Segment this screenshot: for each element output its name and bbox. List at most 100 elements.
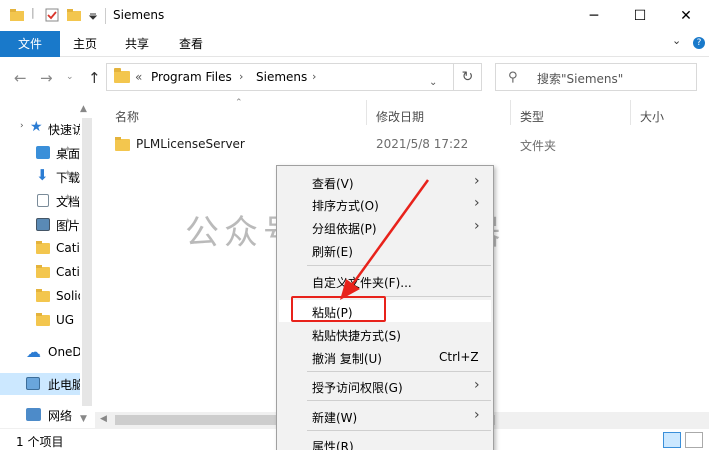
nav-item-quick-access[interactable]: › ★ 快速访问 (0, 118, 80, 140)
menu-item-label: 粘贴快捷方式(S) (312, 329, 401, 343)
menu-item-properties[interactable]: 属性(R) (279, 434, 491, 450)
refresh-button[interactable]: ↻ (453, 63, 482, 91)
menu-item-sort-by[interactable]: 排序方式(O) › (279, 193, 491, 215)
refresh-icon: ↻ (461, 69, 474, 85)
nav-item-folder-2[interactable]: Catia (0, 262, 80, 284)
column-divider[interactable] (510, 100, 511, 125)
nav-item-folder-4[interactable]: UG (0, 310, 80, 332)
nav-item-documents[interactable]: 文档 ✦ (0, 190, 80, 212)
scrollbar-thumb[interactable] (82, 118, 92, 406)
close-button[interactable]: ✕ (663, 0, 709, 31)
cloud-icon: ☁ (26, 343, 41, 361)
nav-item-folder-3[interactable]: Solid (0, 286, 80, 308)
pin-icon[interactable]: ✦ (64, 193, 72, 203)
chevron-right-icon: › (474, 195, 480, 211)
nav-item-desktop[interactable]: 桌面 ✦ (0, 142, 80, 164)
search-input[interactable]: 搜索"Siemens" (537, 70, 623, 87)
sort-ascending-icon: ⌃ (235, 98, 243, 108)
folder-icon (115, 137, 130, 151)
maximize-button[interactable]: ☐ (617, 0, 663, 31)
chevron-right-icon[interactable]: › (20, 121, 24, 131)
search-box[interactable]: ⚲ 搜索"Siemens" (495, 63, 697, 91)
window-title: Siemens (113, 8, 165, 22)
file-name: PLMLicenseServer (136, 137, 245, 151)
menu-item-customize-folder[interactable]: 自定义文件夹(F)... (279, 270, 491, 292)
nav-item-this-pc[interactable]: 此电脑 (0, 373, 80, 395)
folder-icon (36, 241, 50, 254)
scroll-up-icon[interactable]: ▲ (80, 104, 87, 114)
column-header-type[interactable]: 类型 (520, 108, 544, 125)
tab-file[interactable]: 文件 (0, 31, 60, 57)
tab-home[interactable]: 主页 (62, 31, 108, 57)
column-divider[interactable] (630, 100, 631, 125)
scroll-left-icon[interactable]: ◀ (100, 414, 107, 424)
desktop-icon (36, 146, 50, 159)
title-bar: | Siemens ─ ☐ ✕ (0, 0, 709, 31)
nav-item-label: OneDrive (48, 345, 80, 359)
ribbon-tabs: 文件 主页 共享 查看 ⌄ ? (0, 31, 709, 57)
help-icon[interactable]: ? (693, 37, 705, 49)
menu-item-paste-shortcut[interactable]: 粘贴快捷方式(S) (279, 323, 491, 345)
column-divider[interactable] (366, 100, 367, 125)
star-icon: ★ (30, 119, 43, 135)
pin-icon[interactable]: ✦ (64, 145, 72, 155)
forward-icon[interactable]: → (40, 69, 53, 87)
back-icon[interactable]: ← (14, 69, 27, 87)
chevron-right-icon[interactable]: › (312, 70, 316, 83)
menu-item-new[interactable]: 新建(W) › (279, 405, 491, 427)
new-folder-icon[interactable] (66, 7, 82, 23)
chevron-right-icon: › (474, 407, 480, 423)
folder-icon (114, 68, 130, 83)
picture-icon (36, 218, 50, 231)
menu-item-undo-copy[interactable]: 撤消 复制(U) Ctrl+Z (279, 346, 491, 368)
nav-item-pictures[interactable]: 图片 ✦ (0, 214, 80, 236)
menu-item-give-access[interactable]: 授予访问权限(G) › (279, 375, 491, 397)
navigation-bar: ← → ⌄ ↑ « Program Files › Siemens › ⌄ ↻ … (0, 57, 709, 98)
nav-item-folder-1[interactable]: Catia (0, 238, 80, 260)
minimize-button[interactable]: ─ (571, 0, 617, 31)
details-view-icon[interactable] (663, 432, 681, 448)
scroll-down-icon[interactable]: ▼ (80, 414, 87, 424)
menu-item-group-by[interactable]: 分组依据(P) › (279, 216, 491, 238)
nav-item-downloads[interactable]: ⬇ 下载 ✦ (0, 166, 80, 188)
nav-item-label: 快速访问 (48, 123, 80, 137)
expand-ribbon-icon[interactable]: ⌄ (672, 34, 681, 47)
breadcrumb-program-files[interactable]: Program Files (151, 70, 232, 84)
navigation-pane: ▲ ▼ › ★ 快速访问 桌面 ✦ ⬇ 下载 ✦ 文档 ✦ 图片 ✦ Catia… (0, 98, 94, 428)
up-icon[interactable]: ↑ (88, 69, 101, 87)
nav-item-label: Solid (56, 289, 80, 303)
pin-icon[interactable]: ✦ (64, 217, 72, 227)
column-header-modified[interactable]: 修改日期 (376, 108, 424, 125)
item-count: 1 个项目 (16, 435, 64, 449)
menu-item-label: 分组依据(P) (312, 222, 377, 236)
recent-locations-icon[interactable]: ⌄ (66, 72, 74, 82)
menu-item-label: 授予访问权限(G) (312, 381, 403, 395)
nav-item-onedrive[interactable]: ☁ OneDrive (0, 342, 80, 364)
pin-icon[interactable]: ✦ (64, 169, 72, 179)
large-icons-view-icon[interactable] (685, 432, 703, 448)
nav-item-label: UG (56, 313, 75, 327)
menu-separator (307, 265, 491, 266)
nav-item-network[interactable]: 网络 (0, 404, 80, 426)
file-modified: 2021/5/8 17:22 (376, 137, 469, 151)
nav-item-label: 网络 (48, 409, 73, 423)
folder-icon (36, 265, 50, 278)
address-bar[interactable]: « Program Files › Siemens › ⌄ (106, 63, 482, 91)
chevron-down-icon[interactable]: ⌄ (429, 77, 437, 88)
breadcrumb-siemens[interactable]: Siemens (256, 70, 307, 84)
annotation-highlight-box (291, 296, 386, 322)
customize-toolbar-icon[interactable] (88, 11, 98, 21)
menu-item-refresh[interactable]: 刷新(E) (279, 239, 491, 261)
column-header-size[interactable]: 大小 (640, 108, 664, 125)
menu-separator (307, 430, 491, 431)
table-row[interactable]: PLMLicenseServer 2021/5/8 17:22 文件夹 (115, 134, 695, 156)
file-type: 文件夹 (520, 139, 557, 153)
address-overflow[interactable]: « (135, 70, 142, 84)
folder-icon (36, 289, 50, 302)
chevron-right-icon[interactable]: › (239, 70, 243, 83)
column-header-name[interactable]: 名称 (115, 108, 139, 125)
tab-share[interactable]: 共享 (114, 31, 160, 57)
properties-icon[interactable] (44, 7, 60, 23)
tab-view[interactable]: 查看 (168, 31, 214, 57)
menu-item-view[interactable]: 查看(V) › (279, 171, 491, 193)
